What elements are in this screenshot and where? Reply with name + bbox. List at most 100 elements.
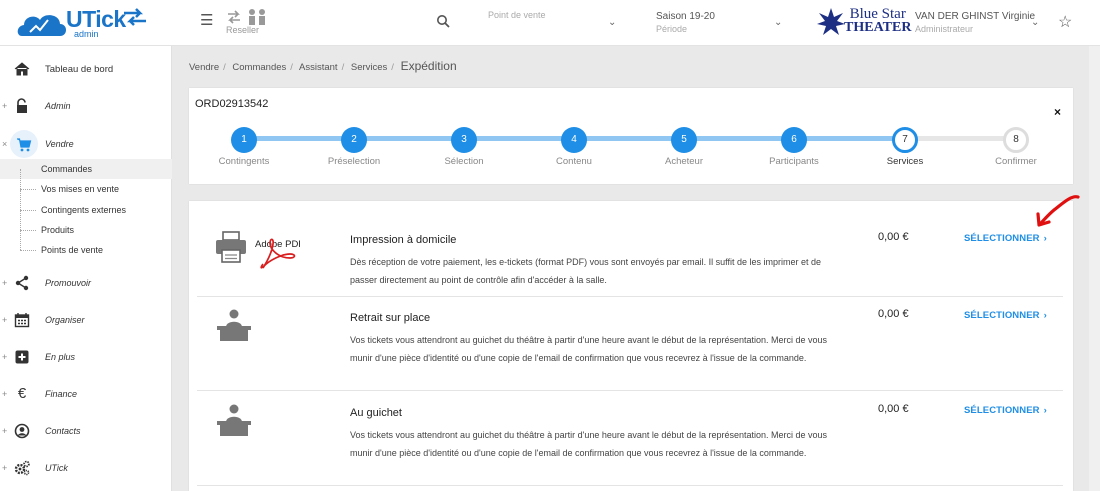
blue-star-logo-icon <box>817 8 845 35</box>
sidebar-subitem-label: Contingents externes <box>41 205 127 215</box>
step-3[interactable]: 3 <box>451 127 477 153</box>
sidebar-subitem-contingents-externes[interactable]: Contingents externes <box>0 190 172 220</box>
annotation-arrow-icon <box>1036 195 1080 227</box>
sidebar-subitem-label: Vos mises en vente <box>41 184 120 194</box>
breadcrumb-current: Expédition <box>400 59 457 73</box>
chevron-down-icon[interactable]: ⌄ <box>774 17 782 28</box>
sidebar-subitem-label: Produits <box>41 225 75 235</box>
option-title: Au guichet <box>350 407 402 419</box>
euro-icon: € <box>17 385 27 402</box>
step-label: Contingents <box>218 156 270 167</box>
expand-plus-icon: + <box>2 389 8 399</box>
sidebar-subitem-label: Points de vente <box>41 245 104 255</box>
option-price: 0,00 € <box>878 308 909 320</box>
chevron-down-icon[interactable]: ⌄ <box>1031 17 1039 28</box>
step-2[interactable]: 2 <box>341 127 367 153</box>
adobe-pdf-logo: Adobe PDF <box>255 238 300 269</box>
user-menu[interactable]: VAN DER GHINST Virginie Administrateur <box>915 11 1035 35</box>
sidebar-subitem-mises-en-vente[interactable]: Vos mises en vente <box>0 169 172 199</box>
option-title: Impression à domicile <box>350 234 457 246</box>
plus-square-icon <box>15 350 29 364</box>
breadcrumb-item[interactable]: Assistant <box>299 62 338 73</box>
sidebar-item-label: Tableau de bord <box>45 64 114 75</box>
user-circle-icon <box>14 423 30 439</box>
reseller-label: Reseller <box>226 25 260 35</box>
lock-icon <box>17 98 27 113</box>
expand-plus-icon: + <box>2 278 8 288</box>
menu-toggle-icon[interactable]: ☰ <box>200 13 214 28</box>
step-8: 8 <box>1003 127 1029 153</box>
select-option-button[interactable]: SÉLECTIONNER › <box>964 405 1047 416</box>
expand-plus-icon: + <box>2 101 8 111</box>
step-label: Confirmer <box>995 156 1037 167</box>
breadcrumb: Vendre / Commandes / Assistant / Services / … <box>189 59 457 73</box>
divider <box>197 485 1063 486</box>
breadcrumb-item[interactable]: Commandes <box>232 62 286 73</box>
select-option-button[interactable]: SÉLECTIONNER › <box>964 310 1047 321</box>
sidebar-subitem-commandes[interactable]: Commandes <box>0 159 172 179</box>
breadcrumb-item[interactable]: Vendre <box>189 62 219 73</box>
search-icon[interactable] <box>436 14 450 28</box>
order-id: ORD02913542 <box>195 98 269 110</box>
step-4[interactable]: 4 <box>561 127 587 153</box>
counter-person-icon <box>217 404 251 436</box>
sidebar-item-contacts[interactable]: + Contacts <box>0 417 172 447</box>
step-1[interactable]: 1 <box>231 127 257 153</box>
collapse-icon: × <box>2 139 8 149</box>
step-label: Contenu <box>556 156 592 167</box>
chevron-down-icon[interactable]: ⌄ <box>608 17 616 28</box>
home-icon <box>14 62 30 76</box>
top-bar: UTick admin ☰ Reseller Point de vente ⌄ … <box>0 0 1100 46</box>
option-title: Retrait sur place <box>350 312 431 324</box>
sidebar-subitem-label: Commandes <box>41 164 93 174</box>
breadcrumb-item[interactable]: Services <box>351 62 387 73</box>
sidebar-item-organiser[interactable]: + Organiser <box>0 306 172 336</box>
sidebar-subitem-points-de-vente[interactable]: Points de vente <box>0 230 172 260</box>
step-label: Sélection <box>444 156 484 167</box>
point-de-vente-placeholder: Point de vente <box>488 10 546 20</box>
logo-subtitle: admin <box>74 29 99 39</box>
sidebar-item-label: Finance <box>45 389 78 399</box>
share-icon <box>15 275 29 291</box>
star-icon[interactable]: ☆ <box>1058 12 1072 32</box>
cart-icon <box>17 138 32 152</box>
sidebar-item-en-plus[interactable]: + En plus <box>0 343 172 373</box>
step-5[interactable]: 5 <box>671 127 697 153</box>
season-select[interactable]: Saison 19-20 Période <box>656 11 715 35</box>
sidebar-item-label: Organiser <box>45 315 85 325</box>
sidebar-item-utick[interactable]: + UTick <box>0 454 172 484</box>
option-price: 0,00 € <box>878 231 909 243</box>
expand-plus-icon: + <box>2 426 8 436</box>
sidebar-item-label: En plus <box>45 352 76 362</box>
step-6[interactable]: 6 <box>781 127 807 153</box>
sidebar: Tableau de bord + Admin × Vendre Command… <box>0 46 172 491</box>
user-role: Administrateur <box>915 24 974 34</box>
sidebar-item-label: Promouvoir <box>45 278 92 288</box>
counter-person-icon <box>217 309 251 341</box>
logo-arrows-icon <box>124 8 146 26</box>
calendar-icon <box>14 313 30 328</box>
sidebar-item-finance[interactable]: + € Finance <box>0 380 172 410</box>
divider <box>197 296 1063 297</box>
close-icon[interactable]: × <box>1054 105 1061 119</box>
sidebar-item-label: Admin <box>45 101 71 111</box>
sidebar-subitem-produits[interactable]: Produits <box>0 210 172 240</box>
sidebar-item-admin[interactable]: + Admin <box>0 92 172 122</box>
svg-text:Adobe PDF: Adobe PDF <box>255 239 300 250</box>
sidebar-item-tableau-de-bord[interactable]: Tableau de bord <box>0 55 172 85</box>
option-description: Dès réception de votre paiement, les e-t… <box>350 257 822 285</box>
progress-track-remaining <box>906 136 1016 141</box>
scrollbar[interactable] <box>1089 46 1100 491</box>
point-de-vente-select[interactable]: Point de vente <box>488 10 618 20</box>
sidebar-item-vendre[interactable]: × Vendre <box>0 130 172 160</box>
step-label: Acheteur <box>664 156 704 167</box>
divider <box>197 390 1063 391</box>
option-description: Vos tickets vous attendront au guichet d… <box>350 335 828 363</box>
step-label: Participants <box>769 156 819 167</box>
sidebar-item-label: UTick <box>45 463 68 473</box>
printer-icon <box>216 231 246 263</box>
sidebar-item-promouvoir[interactable]: + Promouvoir <box>0 269 172 299</box>
step-7[interactable]: 7 <box>892 127 918 153</box>
step-label: Services <box>886 156 924 167</box>
select-option-button[interactable]: SÉLECTIONNER › <box>964 233 1047 244</box>
